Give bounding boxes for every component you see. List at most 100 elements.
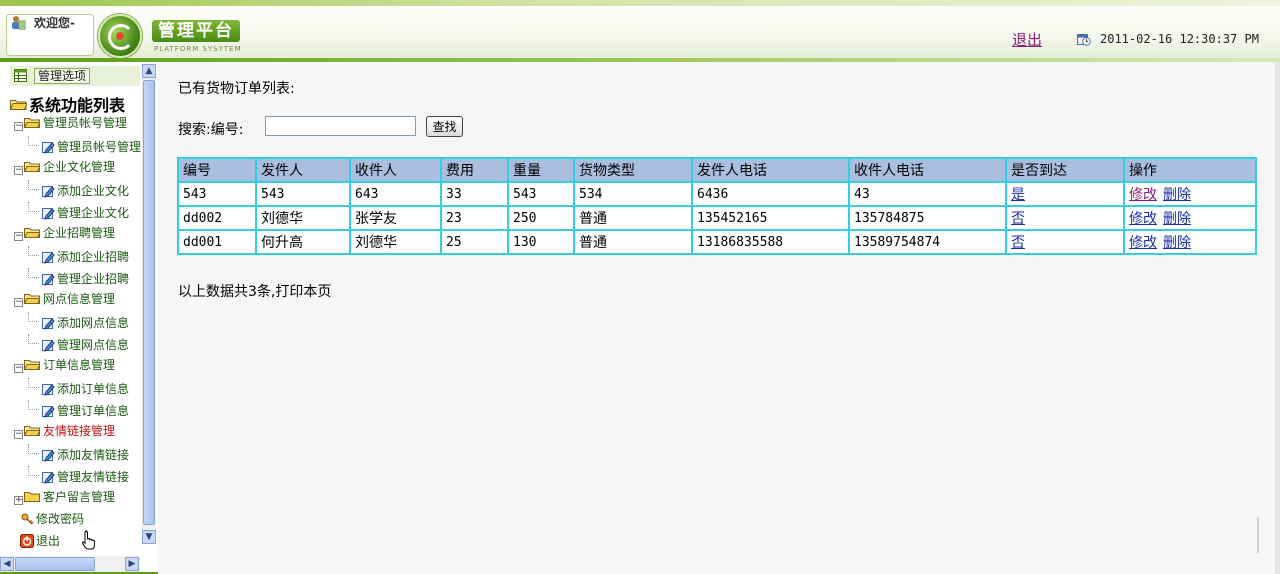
edit-document-icon <box>42 340 55 352</box>
cell-fee: 33 <box>440 181 509 207</box>
collapse-icon[interactable]: − <box>14 364 23 373</box>
cell-sender: 何升高 <box>255 229 351 255</box>
scroll-left-icon[interactable]: ◀ <box>0 557 14 571</box>
calendar-clock-icon <box>1077 34 1091 46</box>
delete-link[interactable]: 删除 <box>1163 187 1191 203</box>
function-tree: 系统功能列表 − 管理员帐号管理 管理员帐号管理 − 企业文化管理 添加企业文化 管… <box>0 90 142 554</box>
tree-leaf-recruit-manage[interactable]: 管理企业招聘 <box>28 268 129 286</box>
search-label: 搜索:编号: <box>178 122 244 138</box>
tree-node-branch[interactable]: − 网点信息管理 <box>14 290 115 308</box>
header-logout-link[interactable]: 退出 <box>1012 29 1042 50</box>
column-header: 收件人电话 <box>848 157 1007 183</box>
collapse-icon[interactable]: − <box>14 166 23 175</box>
tree-leaf-admin-account-manage[interactable]: 管理员帐号管理 <box>28 136 141 154</box>
edit-link[interactable]: 修改 <box>1129 187 1157 203</box>
tree-node-label: 企业文化管理 <box>43 160 116 174</box>
tree-leaf-order-manage[interactable]: 管理订单信息 <box>28 400 129 418</box>
scroll-thumb[interactable] <box>143 80 155 525</box>
scroll-down-icon[interactable]: ▼ <box>142 530 156 544</box>
tree-item-change-password[interactable]: 修改密码 <box>20 510 84 528</box>
cell-sender-phone: 135452165 <box>691 205 850 231</box>
tree-leaf-label: 添加网点信息 <box>57 316 130 330</box>
tree-node-recruit[interactable]: − 企业招聘管理 <box>14 224 115 242</box>
power-icon <box>20 534 34 548</box>
folder-closed-icon <box>24 492 40 502</box>
tree-node-culture[interactable]: − 企业文化管理 <box>14 158 115 176</box>
cell-actions: 修改 删除 <box>1123 229 1257 255</box>
main-content: 已有货物订单列表: 搜索:编号: 查找 编号 发件人 收件人 费用 重量 货物类… <box>158 62 1280 574</box>
cell-sender-phone: 6436 <box>691 181 850 207</box>
search-button[interactable]: 查找 <box>426 116 463 137</box>
folder-open-icon <box>24 360 40 370</box>
divider <box>1257 517 1259 553</box>
sidebar-vertical-scrollbar[interactable]: ▲ ▼ <box>142 64 156 544</box>
tree-leaf-label: 管理员帐号管理 <box>57 140 142 154</box>
folder-open-icon <box>10 100 27 110</box>
tree-leaf-label: 管理网点信息 <box>57 338 130 352</box>
tree-connector <box>28 444 39 454</box>
cell-receiver: 643 <box>349 181 442 207</box>
column-header: 重量 <box>507 157 575 183</box>
column-header: 货物类型 <box>573 157 693 183</box>
delete-link[interactable]: 删除 <box>1163 211 1191 227</box>
order-table: 编号 发件人 收件人 费用 重量 货物类型 发件人电话 收件人电话 是否到达 操… <box>177 157 1257 255</box>
column-header: 收件人 <box>349 157 442 183</box>
cell-sender: 刘德华 <box>255 205 351 231</box>
tree-leaf-branch-manage[interactable]: 管理网点信息 <box>28 334 129 352</box>
tree-leaf-culture-manage[interactable]: 管理企业文化 <box>28 202 129 220</box>
edit-link[interactable]: 修改 <box>1129 235 1157 251</box>
tree-node-admin-account[interactable]: − 管理员帐号管理 <box>14 114 127 132</box>
cell-actions: 修改 删除 <box>1123 205 1257 231</box>
tree-connector <box>28 400 39 410</box>
folder-open-icon <box>24 118 40 128</box>
sidebar-header-label[interactable]: 管理选项 <box>34 68 91 84</box>
tree-leaf-order-add[interactable]: 添加订单信息 <box>28 378 129 396</box>
tree-node-label: 客户留言管理 <box>43 490 116 504</box>
scroll-up-icon[interactable]: ▲ <box>142 64 156 78</box>
logo-title: 管理平台 <box>152 20 240 42</box>
delete-link[interactable]: 删除 <box>1163 235 1191 251</box>
tree-leaf-culture-add[interactable]: 添加企业文化 <box>28 180 129 198</box>
collapse-icon[interactable]: − <box>14 298 23 307</box>
search-input[interactable] <box>265 116 416 136</box>
arrived-link[interactable]: 是 <box>1011 187 1025 203</box>
tree-leaf-recruit-add[interactable]: 添加企业招聘 <box>28 246 129 264</box>
arrived-link[interactable]: 否 <box>1011 211 1025 227</box>
key-icon <box>21 513 34 525</box>
collapse-icon[interactable]: − <box>14 430 23 439</box>
sidebar-horizontal-scrollbar[interactable]: ◀ ▶ <box>0 556 140 572</box>
cell-id: dd001 <box>177 229 257 255</box>
table-row: 543 543 643 33 543 534 6436 43 是 修改 删除 <box>177 181 1257 207</box>
cell-actions: 修改 删除 <box>1123 181 1257 207</box>
scroll-thumb[interactable] <box>15 557 95 571</box>
sidebar-header: 管理选项 <box>10 66 140 86</box>
expand-icon[interactable]: + <box>14 496 23 505</box>
tree-node-messages[interactable]: + 客户留言管理 <box>14 488 115 506</box>
collapse-icon[interactable]: − <box>14 122 23 131</box>
arrived-link[interactable]: 否 <box>1011 235 1025 251</box>
tree-item-logout[interactable]: 退出 <box>20 532 60 550</box>
collapse-icon[interactable]: − <box>14 232 23 241</box>
tree-leaf-links-add[interactable]: 添加友情链接 <box>28 444 129 462</box>
tree-leaf-branch-add[interactable]: 添加网点信息 <box>28 312 129 330</box>
tree-connector <box>28 268 39 278</box>
cell-id: dd002 <box>177 205 257 231</box>
cell-weight: 250 <box>507 205 575 231</box>
cell-receiver: 张学友 <box>349 205 442 231</box>
edit-document-icon <box>42 472 55 484</box>
edit-link[interactable]: 修改 <box>1129 211 1157 227</box>
current-datetime: 2011-02-16 12:30:37 PM <box>1100 32 1259 46</box>
tree-node-order[interactable]: − 订单信息管理 <box>14 356 115 374</box>
tree-node-links[interactable]: − 友情链接管理 <box>14 422 115 440</box>
tree-leaf-links-manage[interactable]: 管理友情链接 <box>28 466 129 484</box>
tree-connector <box>28 312 39 322</box>
sidebar: 管理选项 系统功能列表 − 管理员帐号管理 管理员帐号管理 − 企业文化管理 添加企… <box>0 62 159 574</box>
cell-fee: 25 <box>440 229 509 255</box>
column-header: 发件人 <box>255 157 351 183</box>
cell-sender-phone: 13186835588 <box>691 229 850 255</box>
edit-document-icon <box>42 406 55 418</box>
scroll-right-icon[interactable]: ▶ <box>125 557 139 571</box>
tree-node-label: 订单信息管理 <box>43 358 116 372</box>
tree-connector <box>28 202 39 212</box>
table-row: dd001 何升高 刘德华 25 130 普通 13186835588 1358… <box>177 229 1257 255</box>
